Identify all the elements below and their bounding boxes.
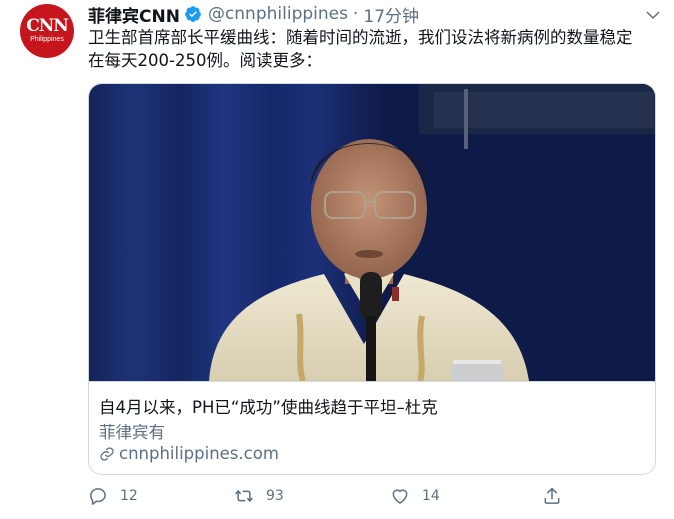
like-button[interactable]: 14 (390, 486, 440, 506)
reply-count: 12 (120, 488, 138, 504)
avatar-subtitle: Philippines (30, 36, 64, 43)
tweet-header: 菲律宾CNN @cnnphilippines · 17分钟 (88, 2, 419, 27)
account-handle[interactable]: @cnnphilippines (208, 4, 348, 24)
avatar[interactable]: CNN Philippines (20, 4, 74, 58)
like-icon (392, 489, 408, 504)
verified-badge-icon (185, 6, 201, 22)
tweet[interactable]: CNN Philippines 菲律宾CNN @cnnphilippines ·… (0, 0, 674, 519)
tweet-timestamp[interactable]: 17分钟 (363, 2, 419, 27)
avatar-logo: CNN (26, 16, 69, 36)
reply-icon (90, 488, 106, 505)
card-description: 菲律宾有 (99, 423, 165, 442)
action-bar: 12 93 14 (88, 486, 568, 512)
card-image[interactable] (89, 84, 655, 381)
share-button[interactable] (542, 486, 562, 506)
tweet-text: 卫生部首席部长平缓曲线：随着时间的流逝，我们设法将新病例的数量稳定 在每天200… (88, 26, 656, 72)
link-icon (100, 446, 114, 461)
retweet-button[interactable]: 93 (234, 486, 284, 506)
chevron-down-icon[interactable] (644, 6, 662, 24)
card-link-domain[interactable]: cnnphilippines.com (119, 444, 279, 463)
separator-dot: · (352, 4, 359, 24)
card-info[interactable]: 自4月以来，PH已“成功”使曲线趋于平坦–杜克 菲律宾有 cnnphilippi… (89, 381, 655, 474)
reply-button[interactable]: 12 (88, 486, 138, 506)
like-count: 14 (422, 488, 440, 504)
tweet-text-line-2: 在每天200-250例。阅读更多： (88, 51, 322, 70)
retweet-count: 93 (266, 488, 284, 504)
tweet-text-line-1: 卫生部首席部长平缓曲线：随着时间的流逝，我们设法将新病例的数量稳定 (88, 28, 633, 47)
card-link[interactable]: cnnphilippines.com (99, 444, 279, 463)
card-title[interactable]: 自4月以来，PH已“成功”使曲线趋于平坦–杜克 (99, 394, 438, 418)
link-preview-card[interactable]: 自4月以来，PH已“成功”使曲线趋于平坦–杜克 菲律宾有 cnnphilippi… (88, 83, 656, 475)
retweet-icon (235, 490, 253, 502)
account-name[interactable]: 菲律宾CNN (88, 2, 180, 27)
share-icon (544, 487, 560, 504)
